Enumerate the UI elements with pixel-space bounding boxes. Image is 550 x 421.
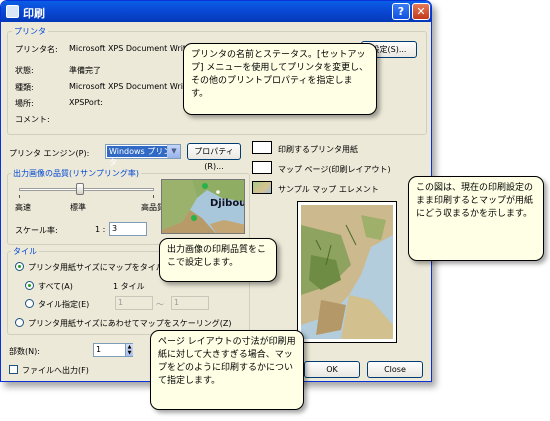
close-button[interactable]: Close [367, 361, 423, 378]
printer-icon [6, 5, 19, 18]
paper-legend-label: 印刷するプリンタ用紙 [278, 145, 358, 154]
chevron-down-icon[interactable]: ▼ [167, 145, 180, 158]
sample-legend-label: サンプル マップ エレメント [278, 185, 379, 194]
tile-option-radio[interactable] [15, 262, 24, 271]
comment-label: コメント: [15, 115, 50, 124]
sample-swatch [252, 181, 272, 194]
preview-sample-map [301, 205, 393, 339]
type-label: 種類: [15, 83, 34, 92]
map-page-swatch [252, 161, 272, 174]
print-to-file-label[interactable]: ファイルへ出力(F) [22, 365, 89, 376]
quality-normal-label: 標準 [70, 203, 86, 212]
location-value: XPSPort: [69, 98, 103, 107]
tile-group-title: タイル [11, 246, 39, 257]
tile-from-input[interactable]: 1 [115, 296, 153, 310]
status-value: 準備完了 [69, 66, 101, 75]
ok-button[interactable]: OK [304, 361, 360, 378]
close-icon[interactable]: ✕ [412, 3, 430, 20]
specify-tiles-radio[interactable] [25, 299, 34, 308]
specify-tiles-label[interactable]: タイル指定(E) [38, 299, 89, 310]
paper-swatch [252, 141, 272, 154]
tile-count: 1 タイル [113, 282, 145, 291]
scale-to-fit-radio[interactable] [15, 318, 24, 327]
page-preview [297, 201, 397, 343]
scale-prefix: 1 : [95, 225, 106, 234]
printer-name-label: プリンタ名: [15, 45, 58, 54]
printer-group-title: プリンタ [12, 26, 48, 37]
printer-name-value: Microsoft XPS Document Writer [69, 44, 195, 53]
all-tiles-label[interactable]: すべて(A) [38, 281, 73, 292]
quality-slider-track[interactable] [19, 188, 154, 191]
copies-spinner[interactable]: ▲ ▼ [125, 344, 133, 356]
copies-label: 部数(N): [9, 347, 40, 356]
type-value: Microsoft XPS Document Writer [69, 82, 195, 91]
preview-city-label: Djibouti [210, 198, 245, 209]
quality-callout: 出力画像の印刷品質をここで設定します。 [159, 238, 277, 282]
scale-to-fit-label[interactable]: プリンタ用紙サイズにあわせてマップをスケーリング(Z) [28, 318, 231, 329]
scale-label: スケール率: [15, 226, 58, 235]
help-button[interactable]: ? [392, 3, 410, 20]
engine-select[interactable]: Windows プリンタ ▼ [105, 144, 181, 167]
tile-to-input[interactable]: 1 [171, 296, 209, 310]
quality-preview-map: Djibouti [161, 179, 245, 234]
quality-slider-thumb[interactable] [76, 183, 84, 195]
title-bar: 印刷 ? ✕ [1, 1, 431, 22]
location-label: 場所: [15, 99, 34, 108]
properties-button[interactable]: プロパティ(R)... [187, 143, 241, 171]
engine-label: プリンタ エンジン(P): [9, 149, 90, 158]
print-to-file-checkbox[interactable] [9, 365, 18, 374]
window-title: 印刷 [23, 7, 45, 20]
preview-callout: この図は、現在の印刷設定のまま印刷するとマップが用紙にどう収まるかを示します。 [408, 176, 544, 261]
quality-slider-ticks [19, 195, 154, 198]
quality-low-label: 高速 [15, 203, 31, 212]
scale-input[interactable]: 3 [109, 222, 147, 236]
tile-range-separator: ～ [156, 300, 164, 309]
all-tiles-radio[interactable] [25, 281, 34, 290]
tiling-callout: ページ レイアウトの寸法が印刷用紙に対して大きすぎる場合、マップをどのように印刷… [150, 330, 304, 410]
status-label: 状態: [15, 66, 34, 75]
quality-group-title: 出力画像の品質(リサンプリング率) [11, 168, 142, 179]
map-page-legend-label: マップ ページ(印刷レイアウト) [278, 165, 391, 174]
printer-status-callout: プリンタの名前とステータス。[セットアップ] メニューを使用してプリンタを変更し… [183, 43, 377, 115]
